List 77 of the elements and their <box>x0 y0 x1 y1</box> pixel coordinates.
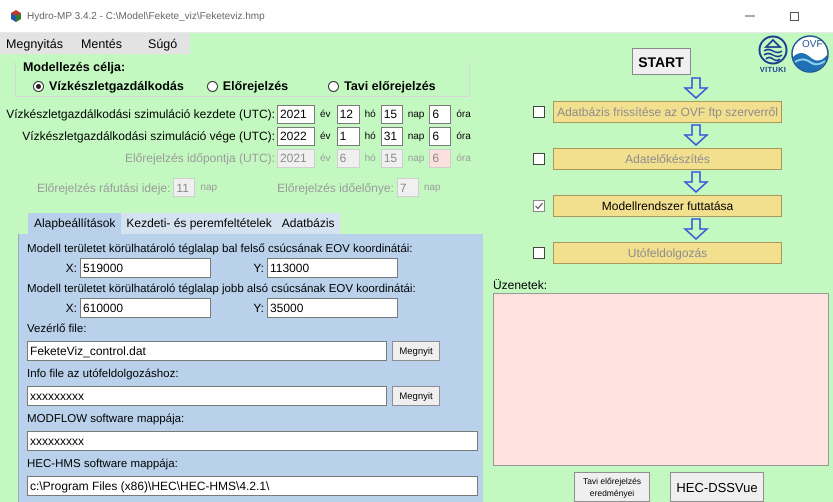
field-label: Y: <box>252 301 265 315</box>
radio-button[interactable] <box>33 80 44 92</box>
input-field[interactable]: 6 <box>429 126 452 146</box>
action-button[interactable]: Tavi előrejelzés eredményei <box>574 472 650 502</box>
window-title: Hydro-MP 3.4.2 - C:\Model\Fekete_viz\Feketeviz.hmp <box>27 10 265 22</box>
unit-label: év <box>320 130 331 142</box>
radio-label: Előrejelzés <box>222 79 288 94</box>
tab[interactable]: Adatbázis <box>276 212 340 234</box>
unit-label: nap <box>200 182 218 194</box>
checkbox[interactable] <box>533 200 545 212</box>
input-field[interactable]: 31 <box>380 126 403 146</box>
action-button[interactable]: HEC-DSSVue <box>670 472 764 502</box>
unit-label: év <box>320 108 331 120</box>
input-field[interactable]: xxxxxxxxx <box>27 431 478 451</box>
field-label: Modell területet körülhatároló téglalap bal felső csúcsának EOV koordinátái: <box>27 242 414 257</box>
menu-item[interactable]: Megnyitás <box>0 36 63 51</box>
radio-button[interactable] <box>328 80 340 92</box>
unit-label: hó <box>364 108 376 120</box>
check-icon <box>534 200 544 211</box>
tab[interactable]: Alapbeállítások <box>28 212 122 234</box>
unit-label: óra <box>456 152 471 164</box>
unit-label: hó <box>364 152 376 164</box>
maximize-icon[interactable] <box>789 10 800 22</box>
radio-label: Tavi előrejelzés <box>344 79 436 94</box>
unit-label: hó <box>364 130 376 142</box>
input-field[interactable]: 12 <box>336 104 360 124</box>
unit-label: nap <box>408 152 424 164</box>
group-title: Modellezés célja: <box>23 60 126 74</box>
input-field[interactable]: 15 <box>380 104 403 124</box>
field-label: Vezérlő file: <box>27 322 88 337</box>
down-arrow-icon <box>683 171 709 194</box>
radio-label: Vízkészletgazdálkodás <box>49 79 184 94</box>
start-button[interactable]: START <box>632 48 690 75</box>
unit-label: nap <box>408 130 424 142</box>
input-field[interactable]: c:\Program Files (x86)\HEC\HEC-HMS\4.2.1\ <box>27 476 478 496</box>
tab[interactable]: Kezdeti- és peremfeltételek <box>121 212 277 234</box>
down-arrow-icon <box>683 218 709 240</box>
open-button[interactable]: Megnyit <box>392 386 440 406</box>
input-field[interactable]: 6 <box>429 104 452 124</box>
field-label: Modell területet körülhatároló téglalap jobb alsó csúcsának EOV koordinátái: <box>27 282 417 297</box>
field-label: X: <box>64 261 78 275</box>
input-field[interactable]: 1 <box>336 126 360 146</box>
menu-item[interactable]: Súgó <box>142 36 178 51</box>
field-label: Vízkészletgazdálkodási szimuláció vége (UTC): <box>21 129 276 144</box>
field-label: Előrejelzés időelőnye: <box>277 180 394 195</box>
messages-label: Üzenetek: <box>493 278 548 292</box>
input-field[interactable]: FeketeViz_control.dat <box>27 341 387 361</box>
field-label: Y: <box>252 261 265 275</box>
unit-label: nap <box>424 182 441 194</box>
input-field[interactable]: 35000 <box>267 298 398 318</box>
field-label: Info file az utófeldolgozáshoz: <box>27 367 180 382</box>
input-field[interactable]: 2021 <box>277 104 315 124</box>
input-field[interactable]: 519000 <box>80 258 211 278</box>
field-label: Előrejelzés ráfutási ideje: <box>37 180 170 195</box>
unit-label: óra <box>456 108 471 120</box>
input-field[interactable]: 610000 <box>80 298 211 318</box>
wave-emblem-icon <box>758 35 788 65</box>
menu-item[interactable]: Mentés <box>74 36 122 51</box>
unit-label: óra <box>456 130 471 142</box>
field-label: X: <box>64 301 78 315</box>
down-arrow-icon <box>683 124 709 146</box>
open-button[interactable]: Megnyit <box>392 341 440 361</box>
field-label: HEC-HMS software mappája: <box>27 457 179 472</box>
wave-emblem-icon <box>791 35 829 73</box>
app-icon <box>10 9 22 23</box>
unit-label: év <box>320 152 331 164</box>
down-arrow-icon <box>683 77 709 100</box>
input-field[interactable]: 113000 <box>267 258 398 278</box>
input-field[interactable]: 2022 <box>277 126 315 146</box>
input-field[interactable]: xxxxxxxxx <box>27 386 387 406</box>
step-button[interactable]: Modellrendszer futtatása <box>553 194 782 217</box>
field-label: MODFLOW software mappája: <box>27 412 186 427</box>
field-label: Előrejelzés időpontja (UTC): <box>124 151 276 166</box>
radio-button[interactable] <box>206 80 218 92</box>
unit-label: nap <box>408 108 424 120</box>
logo-text: OVF <box>802 39 823 50</box>
field-label: Vízkészletgazdálkodási szimuláció kezdete (UTC): <box>5 107 276 122</box>
